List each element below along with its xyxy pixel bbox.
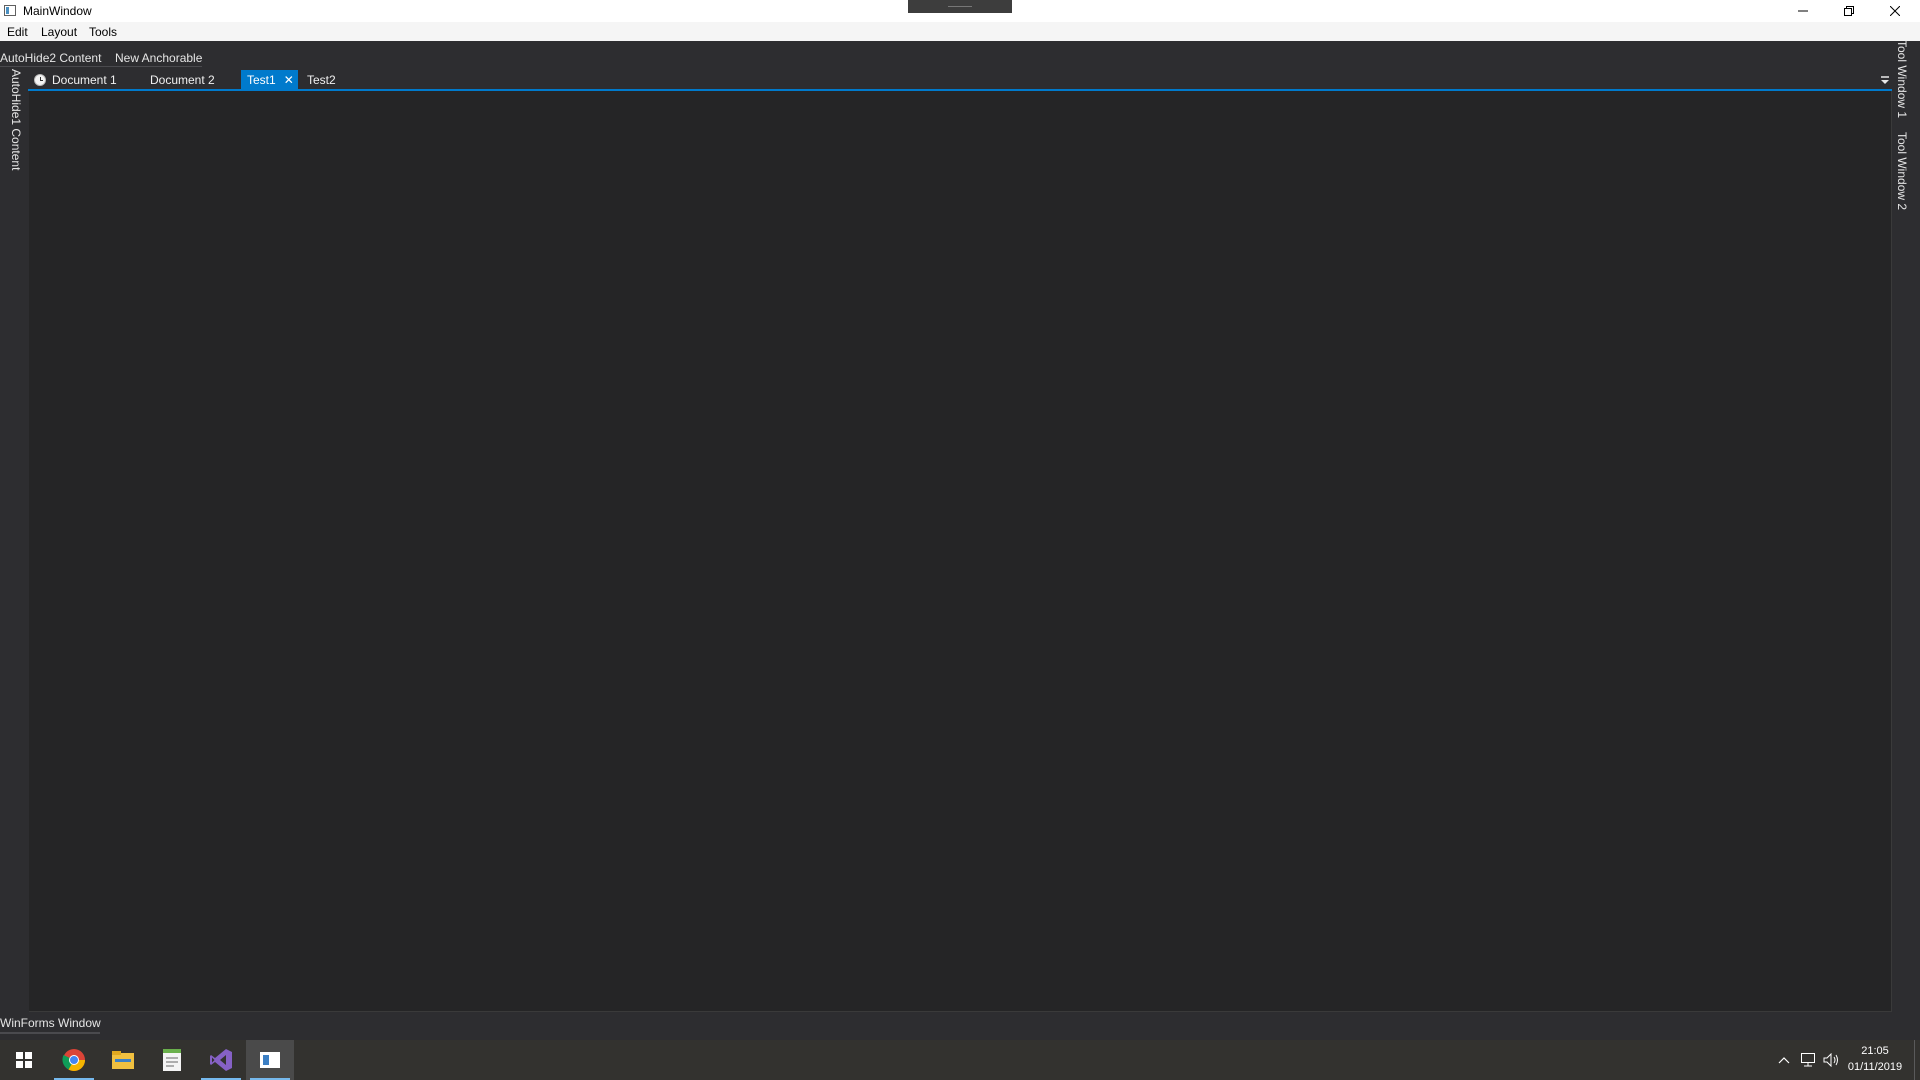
tab-list-dropdown[interactable]	[1880, 74, 1890, 84]
minimize-button[interactable]	[1780, 0, 1826, 22]
taskbar-notepad[interactable]	[148, 1040, 196, 1080]
left-autohide-label: AutoHide1 Content	[9, 69, 23, 171]
tab-label: Document 1	[52, 72, 117, 87]
title-bar[interactable]: MainWindow	[0, 0, 1920, 22]
tray-overflow-button[interactable]	[1775, 1052, 1793, 1068]
visual-studio-icon	[210, 1049, 232, 1071]
tray-network[interactable]	[1799, 1052, 1817, 1068]
tool-window-2-label: Tool Window 2	[1895, 132, 1909, 211]
tab-test1[interactable]: Test1 ✕	[241, 70, 298, 89]
volume-icon	[1823, 1053, 1838, 1067]
left-autohide-tab[interactable]: AutoHide1 Content	[0, 67, 28, 170]
start-button[interactable]	[0, 1040, 48, 1080]
new-anchorable-tab[interactable]: New Anchorable	[115, 51, 202, 65]
menu-bar: Edit Layout Tools	[0, 22, 1920, 41]
mainwindow-app-icon	[260, 1052, 280, 1068]
clock-icon	[34, 73, 46, 86]
tab-document-1[interactable]: Document 1	[28, 70, 123, 89]
bottom-anchor-divider	[0, 1032, 100, 1034]
notepad-icon	[163, 1049, 181, 1071]
taskbar-visual-studio[interactable]	[197, 1040, 245, 1080]
close-icon[interactable]: ✕	[284, 74, 294, 86]
tool-window-2-tab[interactable]: Tool Window 2	[1892, 132, 1912, 212]
tab-document-2[interactable]: Document 2	[144, 70, 221, 89]
windows-start-icon	[16, 1052, 32, 1068]
tray-volume[interactable]	[1823, 1052, 1841, 1068]
taskbar-chrome[interactable]	[50, 1040, 98, 1080]
taskbar-mainwindow[interactable]	[246, 1040, 294, 1080]
chevron-down-icon	[1881, 76, 1889, 84]
top-anchor-divider	[0, 66, 202, 67]
taskbar-file-explorer[interactable]	[99, 1040, 147, 1080]
tab-label: Test2	[307, 72, 336, 87]
chrome-icon	[62, 1049, 85, 1071]
clock-time: 21:05	[1861, 1045, 1889, 1057]
autohide2-content-tab[interactable]: AutoHide2 Content	[0, 51, 101, 65]
taskbar: 21:05 01/11/2019	[0, 1040, 1920, 1080]
document-content-area[interactable]	[29, 91, 1892, 1012]
tab-label: Document 2	[150, 72, 215, 87]
window-title: MainWindow	[23, 4, 92, 18]
tool-window-1-label: Tool Window 1	[1895, 40, 1909, 119]
menu-layout[interactable]: Layout	[41, 25, 77, 39]
tab-test2[interactable]: Test2	[301, 70, 342, 89]
show-desktop-button[interactable]	[1914, 1040, 1920, 1080]
close-icon	[1890, 6, 1900, 16]
network-icon	[1801, 1053, 1815, 1067]
close-button[interactable]	[1872, 0, 1918, 22]
menu-tools[interactable]: Tools	[89, 25, 117, 39]
file-explorer-icon	[112, 1051, 134, 1069]
tool-window-1-tab[interactable]: Tool Window 1	[1892, 40, 1912, 120]
clock-date: 01/11/2019	[1847, 1061, 1903, 1073]
minimize-icon	[1798, 10, 1808, 12]
restore-icon	[1844, 6, 1854, 16]
restore-button[interactable]	[1826, 0, 1872, 22]
winforms-window-tab[interactable]: WinForms Window	[0, 1016, 101, 1030]
taskbar-clock[interactable]: 21:05 01/11/2019	[1840, 1043, 1910, 1075]
chevron-up-icon	[1778, 1057, 1790, 1064]
tab-label: Test1	[247, 72, 276, 87]
title-grip[interactable]	[908, 0, 1012, 13]
app-window-icon	[4, 5, 16, 16]
menu-edit[interactable]: Edit	[7, 25, 28, 39]
